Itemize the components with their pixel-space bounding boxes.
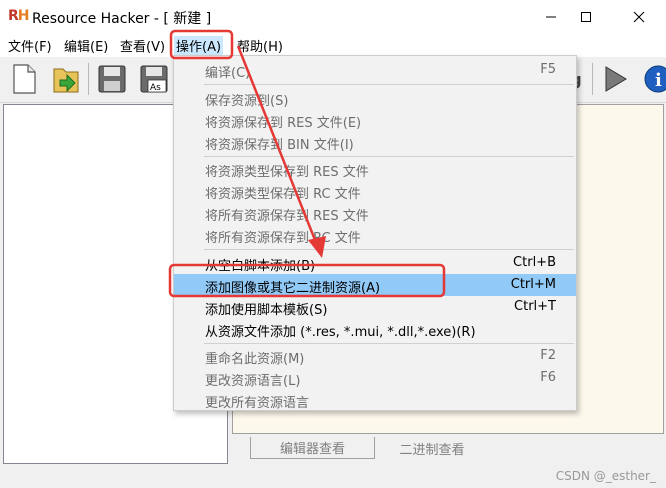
menu-item-shortcut: Ctrl+M: [510, 277, 556, 292]
menu-item-label: 将资源保存到 BIN 文件(I): [205, 138, 354, 153]
menu-edit[interactable]: 编辑(E): [62, 36, 110, 55]
menu-item-add-from-blank-script[interactable]: 从空白脚本添加(B) Ctrl+B: [174, 252, 576, 274]
menu-item-save-res-file[interactable]: 将资源保存到 RES 文件(E): [174, 109, 576, 131]
menu-separator: [204, 156, 574, 157]
menu-separator: [204, 343, 574, 344]
window-title: Resource Hacker - [ 新建 ]: [32, 11, 212, 27]
menu-item-label: 从资源文件添加 (*.res, *.mui, *.dll,*.exe)(R): [205, 325, 476, 340]
tab-editor-view[interactable]: 编辑器查看: [250, 437, 375, 459]
menu-help[interactable]: 帮助(H): [235, 36, 285, 55]
menu-item-label: 将资源保存到 RES 文件(E): [205, 116, 362, 131]
menu-separator: [204, 249, 574, 250]
menu-item-label: 保存资源到(S): [205, 94, 289, 109]
menu-item-label: 编译(C): [205, 66, 251, 81]
watermark: CSDN @_esther_: [555, 469, 656, 483]
run-script-button[interactable]: [597, 61, 633, 97]
menu-item-shortcut: Ctrl+T: [514, 299, 556, 314]
menu-item-label: 将资源类型保存到 RES 文件: [205, 165, 369, 180]
maximize-button[interactable]: [563, 0, 609, 33]
svg-text:i: i: [655, 70, 662, 91]
info-icon: i: [644, 65, 666, 93]
menu-item-shortcut: Ctrl+B: [513, 255, 556, 270]
menu-item-label: 从空白脚本添加(B): [205, 259, 316, 274]
view-tabs: 编辑器查看 二进制查看: [232, 435, 666, 465]
menu-bar: 文件(F) 编辑(E) 查看(V) 操作(A) 帮助(H): [0, 33, 666, 57]
menu-item-save-bin-file[interactable]: 将资源保存到 BIN 文件(I): [174, 131, 576, 153]
menu-item-compile[interactable]: 编译(C) F5: [174, 59, 576, 81]
menu-action[interactable]: 操作(A): [174, 36, 224, 55]
minimize-icon: [546, 16, 556, 17]
menu-item-label: 重命名此资源(M): [205, 352, 305, 367]
tab-binary-view[interactable]: 二进制查看: [377, 437, 487, 459]
menu-file[interactable]: 文件(F): [6, 36, 54, 55]
close-button[interactable]: [616, 0, 662, 33]
maximize-icon: [581, 11, 591, 22]
title-bar: RH Resource Hacker - [ 新建 ]: [0, 0, 666, 33]
menu-item-save-type-rc[interactable]: 将资源类型保存到 RC 文件: [174, 180, 576, 202]
menu-item-change-language[interactable]: 更改资源语言(L) F6: [174, 367, 576, 389]
menu-item-save-type-res[interactable]: 将资源类型保存到 RES 文件: [174, 158, 576, 180]
menu-item-save-all-res[interactable]: 将所有资源保存到 RES 文件: [174, 202, 576, 224]
menu-item-shortcut: F2: [540, 348, 556, 363]
save-button[interactable]: [94, 61, 130, 97]
menu-item-save-all-rc[interactable]: 将所有资源保存到 RC 文件: [174, 224, 576, 246]
menu-item-label: 更改资源语言(L): [205, 374, 301, 389]
menu-item-label: 将所有资源保存到 RES 文件: [205, 209, 369, 224]
play-icon: [605, 66, 627, 92]
app-logo: RH: [8, 8, 29, 24]
new-file-button[interactable]: [6, 61, 42, 97]
menu-item-label: 添加使用脚本模板(S): [205, 303, 328, 318]
status-bar: CSDN @_esther_: [0, 466, 666, 488]
menu-item-shortcut: F6: [540, 370, 556, 385]
save-icon: [98, 65, 126, 93]
menu-item-label: 将资源类型保存到 RC 文件: [205, 187, 361, 202]
toolbar-separator: [88, 63, 89, 95]
menu-item-rename-resource[interactable]: 重命名此资源(M) F2: [174, 345, 576, 367]
new-file-icon: [13, 64, 36, 94]
menu-item-add-from-resource-file[interactable]: 从资源文件添加 (*.res, *.mui, *.dll,*.exe)(R): [174, 318, 576, 340]
menu-item-add-binary-resource[interactable]: 添加图像或其它二进制资源(A) Ctrl+M: [174, 274, 576, 296]
action-menu-dropdown: 编译(C) F5 保存资源到(S) 将资源保存到 RES 文件(E) 将资源保存…: [173, 55, 577, 411]
menu-item-add-script-template[interactable]: 添加使用脚本模板(S) Ctrl+T: [174, 296, 576, 318]
save-as-button[interactable]: As: [136, 61, 172, 97]
info-button[interactable]: i: [640, 61, 666, 97]
close-icon: [633, 11, 645, 22]
open-folder-icon: [53, 68, 79, 93]
menu-item-shortcut: F5: [540, 62, 556, 77]
menu-item-change-all-languages[interactable]: 更改所有资源语言: [174, 389, 576, 411]
menu-item-label: 更改所有资源语言: [205, 396, 310, 411]
menu-item-save-resource-to[interactable]: 保存资源到(S): [174, 87, 576, 109]
toolbar-separator: [592, 63, 593, 95]
svg-text:As: As: [150, 83, 161, 93]
menu-view[interactable]: 查看(V): [118, 36, 167, 55]
save-as-icon: As: [140, 65, 168, 93]
menu-item-label: 将所有资源保存到 RC 文件: [205, 231, 361, 246]
menu-item-label: 添加图像或其它二进制资源(A): [205, 281, 381, 296]
open-folder-button[interactable]: [48, 61, 84, 97]
app-window: RH Resource Hacker - [ 新建 ] 文件(F) 编辑(E) …: [0, 0, 666, 488]
menu-separator: [204, 84, 574, 85]
